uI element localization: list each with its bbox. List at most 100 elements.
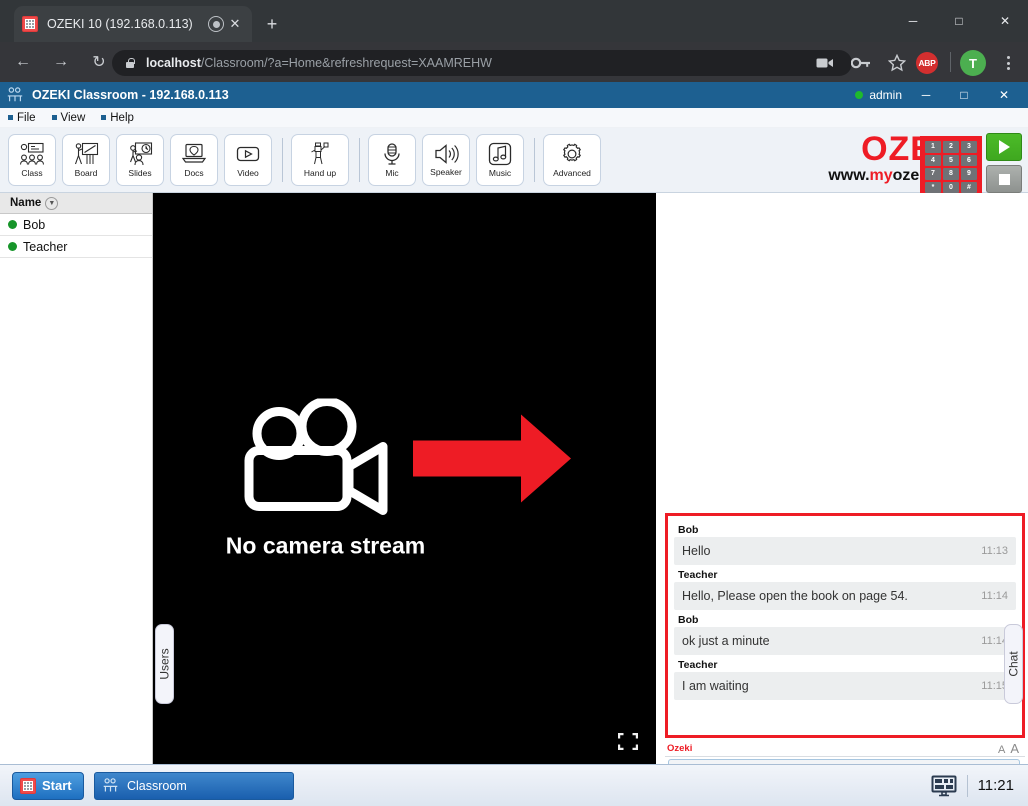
- screen: OZEKI 10 (192.168.0.113) ✕ + ─ □ ✕ ← → ↻…: [0, 0, 1028, 806]
- toolbar-button-slides[interactable]: Slides: [116, 134, 164, 186]
- toolbar-label-speaker: Speaker: [430, 167, 462, 177]
- keypad-key-6: 6: [961, 154, 977, 166]
- fullscreen-icon[interactable]: [618, 733, 638, 750]
- reload-button[interactable]: ↻: [84, 47, 114, 77]
- users-sidebar: Name ▼ Bob Teacher: [0, 193, 153, 764]
- keypad-key-hash: #: [961, 181, 977, 193]
- taskbar-item-classroom[interactable]: Classroom: [94, 771, 294, 800]
- toolbar-button-video[interactable]: Video: [224, 134, 272, 186]
- browser-menu-button[interactable]: [998, 50, 1018, 76]
- app-title: OZEKI Classroom - 192.168.0.113: [32, 88, 229, 102]
- taskbar-item-label: Classroom: [127, 778, 187, 793]
- play-button[interactable]: [986, 133, 1022, 161]
- chat-message-row: Hello 11:13: [674, 537, 1016, 565]
- app-close-button[interactable]: ✕: [986, 82, 1022, 108]
- hand-up-icon: [311, 142, 329, 165]
- app-title-ip: 192.168.0.113: [149, 88, 229, 102]
- tray-divider: [966, 774, 968, 797]
- video-camera-icon[interactable]: [812, 50, 838, 76]
- address-bar[interactable]: localhost/Classroom/?a=Home&refreshreque…: [112, 50, 852, 76]
- chat-message-log[interactable]: Bob Hello 11:13 Teacher Hello, Please op…: [665, 513, 1025, 738]
- logged-in-user: admin: [855, 82, 902, 108]
- stop-button[interactable]: [986, 165, 1022, 193]
- users-tab[interactable]: Users: [155, 624, 174, 704]
- app-minimize-button[interactable]: ─: [908, 82, 944, 108]
- toolbar-button-advanced[interactable]: Advanced: [543, 134, 601, 186]
- toolbar-label-mic: Mic: [385, 168, 399, 178]
- chat-message-text: Hello, Please open the book on page 54.: [682, 589, 908, 603]
- start-button-label: Start: [42, 778, 72, 793]
- list-item[interactable]: Bob: [0, 214, 152, 236]
- classroom-icon: [7, 87, 23, 102]
- url-path: /Classroom/?a=Home&refreshrequest=XAAMRE…: [200, 56, 492, 70]
- toolbar-label-docs: Docs: [184, 168, 204, 178]
- video-camera-icon: [244, 398, 387, 515]
- video-icon: [236, 146, 260, 162]
- font-decrease-button[interactable]: A: [998, 744, 1005, 756]
- chat-message-sender: Teacher: [678, 569, 718, 581]
- chat-tab[interactable]: Chat: [1004, 624, 1023, 704]
- toolbar-divider-1: [282, 138, 283, 182]
- keypad-key-1: 1: [925, 141, 941, 153]
- browser-tab[interactable]: OZEKI 10 (192.168.0.113) ✕: [14, 6, 252, 42]
- display-icon[interactable]: [931, 775, 957, 797]
- menu-help[interactable]: Help: [101, 112, 134, 124]
- url-part-my: my: [869, 167, 893, 184]
- browser-tabstrip: OZEKI 10 (192.168.0.113) ✕ + ─ □ ✕: [0, 0, 1028, 42]
- gear-icon: [562, 143, 582, 162]
- adblock-extension-icon[interactable]: ABP: [916, 52, 938, 74]
- key-icon[interactable]: [848, 50, 874, 76]
- recording-indicator-icon[interactable]: [208, 16, 224, 32]
- keypad-key-8: 8: [943, 168, 959, 180]
- browser-tab-title: OZEKI 10 (192.168.0.113): [47, 17, 193, 31]
- mic-icon: [384, 143, 400, 165]
- chevron-down-icon[interactable]: ▼: [45, 196, 59, 210]
- toolbar-button-mic[interactable]: Mic: [368, 134, 416, 186]
- system-tray: 11:21: [931, 774, 1022, 797]
- keypad-key-0: 0: [943, 181, 959, 193]
- chat-provider-label: Ozeki: [667, 743, 693, 754]
- ozeki-favicon-icon: [22, 16, 38, 32]
- chat-meta-bar: Ozeki A A: [665, 741, 1025, 757]
- toolbar-button-class[interactable]: Class: [8, 134, 56, 186]
- app-body: Name ▼ Bob Teacher No camera stream Bob …: [0, 193, 1028, 806]
- start-button[interactable]: Start: [12, 771, 84, 800]
- taskbar-clock[interactable]: 11:21: [978, 777, 1014, 794]
- font-increase-button[interactable]: A: [1010, 741, 1019, 756]
- toolbar-button-board[interactable]: Board: [62, 134, 110, 186]
- new-tab-button[interactable]: +: [260, 12, 284, 36]
- tab-close-icon[interactable]: ✕: [226, 15, 244, 33]
- menu-view[interactable]: View: [52, 112, 86, 124]
- users-list-header[interactable]: Name ▼: [0, 193, 152, 214]
- star-icon[interactable]: [884, 50, 910, 76]
- back-button[interactable]: ←: [8, 47, 38, 77]
- classroom-icon: [103, 778, 118, 792]
- toolbar-label-video: Video: [237, 168, 259, 178]
- keypad-key-5: 5: [943, 154, 959, 166]
- toolbar-button-docs[interactable]: Docs: [170, 134, 218, 186]
- menu-file[interactable]: File: [8, 112, 36, 124]
- chat-message: Teacher I am waiting 11:15: [674, 659, 1016, 700]
- chat-pane: Bob Hello 11:13 Teacher Hello, Please op…: [656, 193, 1028, 806]
- browser-minimize-button[interactable]: ─: [890, 0, 936, 42]
- toolbar-label-music: Music: [488, 168, 512, 178]
- browser-close-button[interactable]: ✕: [982, 0, 1028, 42]
- app-maximize-button[interactable]: □: [946, 82, 982, 108]
- toolbar-label-hand-up: Hand up: [303, 168, 337, 178]
- video-stage: No camera stream: [153, 193, 656, 764]
- docs-icon: [181, 143, 207, 163]
- status-dot-online: [8, 220, 17, 229]
- toolbar-button-hand-up[interactable]: Hand up: [291, 134, 349, 186]
- app-toolbar: Class Board Slides Docs Video Hand up Mi…: [0, 128, 1028, 198]
- chat-message: Teacher Hello, Please open the book on p…: [674, 569, 1016, 610]
- profile-avatar[interactable]: T: [960, 50, 986, 76]
- toolbar-button-speaker[interactable]: Speaker: [422, 134, 470, 186]
- chat-message-row: ok just a minute 11:14: [674, 627, 1016, 655]
- forward-button[interactable]: →: [46, 47, 76, 77]
- ozeki-classroom-window: OZEKI Classroom - 192.168.0.113 admin ─ …: [0, 82, 1028, 806]
- browser-maximize-button[interactable]: □: [936, 0, 982, 42]
- url-host: localhost: [146, 56, 201, 70]
- status-dot-online: [855, 91, 864, 99]
- list-item[interactable]: Teacher: [0, 236, 152, 258]
- toolbar-button-music[interactable]: Music: [476, 134, 524, 186]
